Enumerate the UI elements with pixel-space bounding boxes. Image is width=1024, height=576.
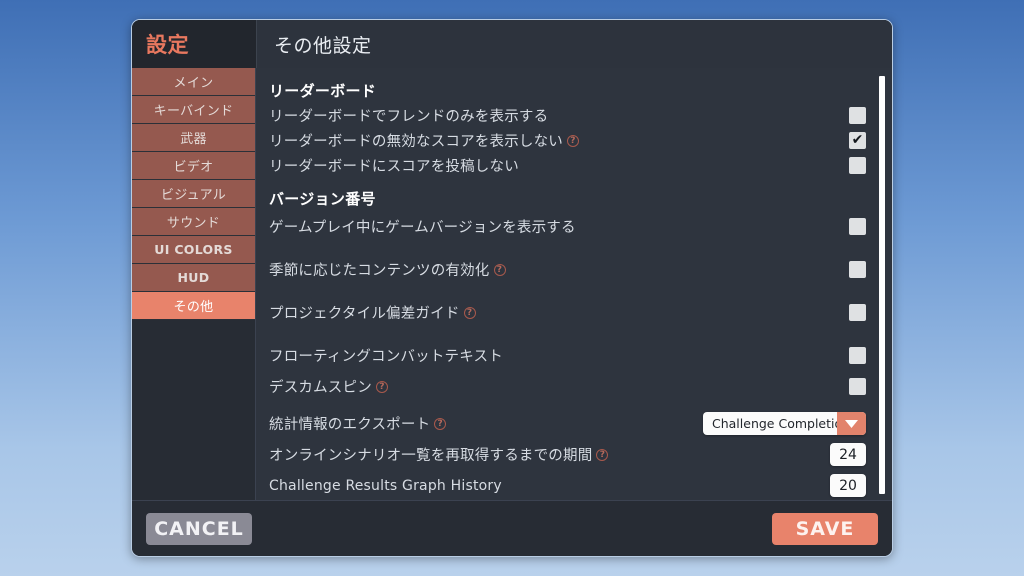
setting-label-projectile-guide-text: プロジェクタイル偏差ガイド (269, 306, 460, 322)
setting-label-hide-invalid-text: リーダーボードの無効なスコアを表示しない (269, 134, 563, 150)
page-title-area: その他設定 (256, 20, 892, 68)
settings-window: 設定 その他設定 メイン キーバインド 武器 ビデオ ビジュアル サウンド UI… (131, 19, 893, 557)
settings-list: リーダーボード リーダーボードでフレンドのみを表示する リーダーボードの無効なス… (256, 68, 892, 500)
app-title: 設定 (146, 33, 189, 57)
window-titlebar: 設定 その他設定 (132, 20, 892, 68)
chevron-down-icon[interactable] (837, 412, 866, 435)
cancel-button[interactable]: CANCEL (146, 512, 252, 545)
settings-content-panel: リーダーボード リーダーボードでフレンドのみを表示する リーダーボードの無効なス… (256, 68, 892, 500)
setting-label-export-stats-text: 統計情報のエクスポート (269, 417, 431, 433)
page-title: その他設定 (274, 34, 372, 57)
sidebar-item-weapons[interactable]: 武器 (132, 124, 255, 152)
setting-label-deathcam-spin-text: デスカムスピン (269, 380, 372, 396)
content-scrollbar-thumb[interactable] (879, 76, 885, 494)
help-icon[interactable]: ? (375, 380, 388, 393)
setting-label-friends-only: リーダーボードでフレンドのみを表示する (269, 109, 549, 125)
setting-row-projectile-guide: プロジェクタイル偏差ガイド ? (268, 297, 870, 328)
help-icon[interactable]: ? (567, 134, 579, 147)
sidebar-item-hud[interactable]: HUD (132, 264, 255, 292)
dropdown-export-stats-value: Challenge Completion (712, 416, 837, 431)
window-footer: CANCEL SAVE (132, 500, 892, 556)
help-icon[interactable]: ? (434, 417, 447, 430)
content-scrollbar[interactable] (878, 76, 886, 494)
row-spacer (268, 328, 870, 340)
setting-label-floating-text: フローティングコンバットテキスト (269, 349, 503, 365)
setting-row-seasonal: 季節に応じたコンテンツの有効化 ? (268, 254, 870, 285)
sidebar-item-ui-colors[interactable]: UI COLORS (132, 236, 255, 264)
help-icon[interactable]: ? (493, 263, 506, 276)
setting-label-graph-history: Challenge Results Graph History (269, 477, 502, 494)
setting-row-floating-text: フローティングコンバットテキスト (268, 340, 870, 371)
group-heading-leaderboard: リーダーボード (269, 82, 377, 100)
checkbox-deathcam-spin[interactable] (849, 378, 866, 395)
checkbox-seasonal[interactable] (849, 261, 866, 278)
row-spacer (268, 285, 870, 297)
setting-label-show-version: ゲームプレイ中にゲームバージョンを表示する (269, 220, 576, 236)
setting-label-hide-invalid: リーダーボードの無効なスコアを表示しない ? (269, 130, 579, 151)
sidebar-item-visual[interactable]: ビジュアル (132, 180, 255, 208)
checkbox-no-submit[interactable] (849, 157, 866, 174)
app-title-area: 設定 (132, 20, 256, 68)
setting-row-no-submit: リーダーボードにスコアを投稿しない (268, 153, 870, 178)
checkbox-floating-text[interactable] (849, 347, 866, 364)
setting-row-hide-invalid: リーダーボードの無効なスコアを表示しない ? (268, 128, 870, 153)
setting-label-projectile-guide: プロジェクタイル偏差ガイド ? (269, 302, 476, 323)
setting-row-deathcam-spin: デスカムスピン ? (268, 371, 870, 402)
setting-row-show-version: ゲームプレイ中にゲームバージョンを表示する (268, 211, 870, 242)
row-spacer (268, 242, 870, 254)
save-button[interactable]: SAVE (772, 512, 878, 545)
checkbox-show-version[interactable] (849, 218, 866, 235)
window-body: メイン キーバインド 武器 ビデオ ビジュアル サウンド UI COLORS H… (132, 68, 892, 500)
setting-row-export-stats: 統計情報のエクスポート ? Challenge Completion (268, 408, 870, 439)
input-refresh-period[interactable]: 24 (830, 443, 866, 466)
help-icon[interactable]: ? (596, 448, 609, 461)
sidebar-item-sound[interactable]: サウンド (132, 208, 255, 236)
sidebar-item-other[interactable]: その他 (132, 292, 255, 320)
group-heading-version: バージョン番号 (269, 190, 376, 208)
setting-label-deathcam-spin: デスカムスピン ? (269, 376, 388, 397)
sidebar-item-video[interactable]: ビデオ (132, 152, 255, 180)
setting-row-refresh-period: オンラインシナリオ一覧を再取得するまでの期間 ? 24 (268, 439, 870, 470)
dropdown-export-stats[interactable]: Challenge Completion (703, 412, 866, 435)
setting-label-seasonal-text: 季節に応じたコンテンツの有効化 (269, 263, 490, 279)
sidebar-item-main[interactable]: メイン (132, 68, 255, 96)
sidebar-item-keybinds[interactable]: キーバインド (132, 96, 255, 124)
setting-row-graph-history: Challenge Results Graph History 20 (268, 470, 870, 500)
input-graph-history[interactable]: 20 (830, 474, 866, 497)
setting-label-refresh-period: オンラインシナリオ一覧を再取得するまでの期間 ? (269, 444, 609, 465)
setting-row-friends-only: リーダーボードでフレンドのみを表示する (268, 103, 870, 128)
setting-label-export-stats: 統計情報のエクスポート ? (269, 413, 447, 434)
setting-label-no-submit: リーダーボードにスコアを投稿しない (269, 159, 519, 175)
setting-label-seasonal: 季節に応じたコンテンツの有効化 ? (269, 259, 506, 280)
help-icon[interactable]: ? (463, 306, 476, 319)
sidebar-nav: メイン キーバインド 武器 ビデオ ビジュアル サウンド UI COLORS H… (132, 68, 256, 500)
checkbox-hide-invalid[interactable] (849, 130, 866, 150)
checkbox-projectile-guide[interactable] (849, 304, 866, 321)
setting-label-refresh-period-text: オンラインシナリオ一覧を再取得するまでの期間 (269, 448, 593, 464)
checkbox-friends-only[interactable] (849, 107, 866, 124)
